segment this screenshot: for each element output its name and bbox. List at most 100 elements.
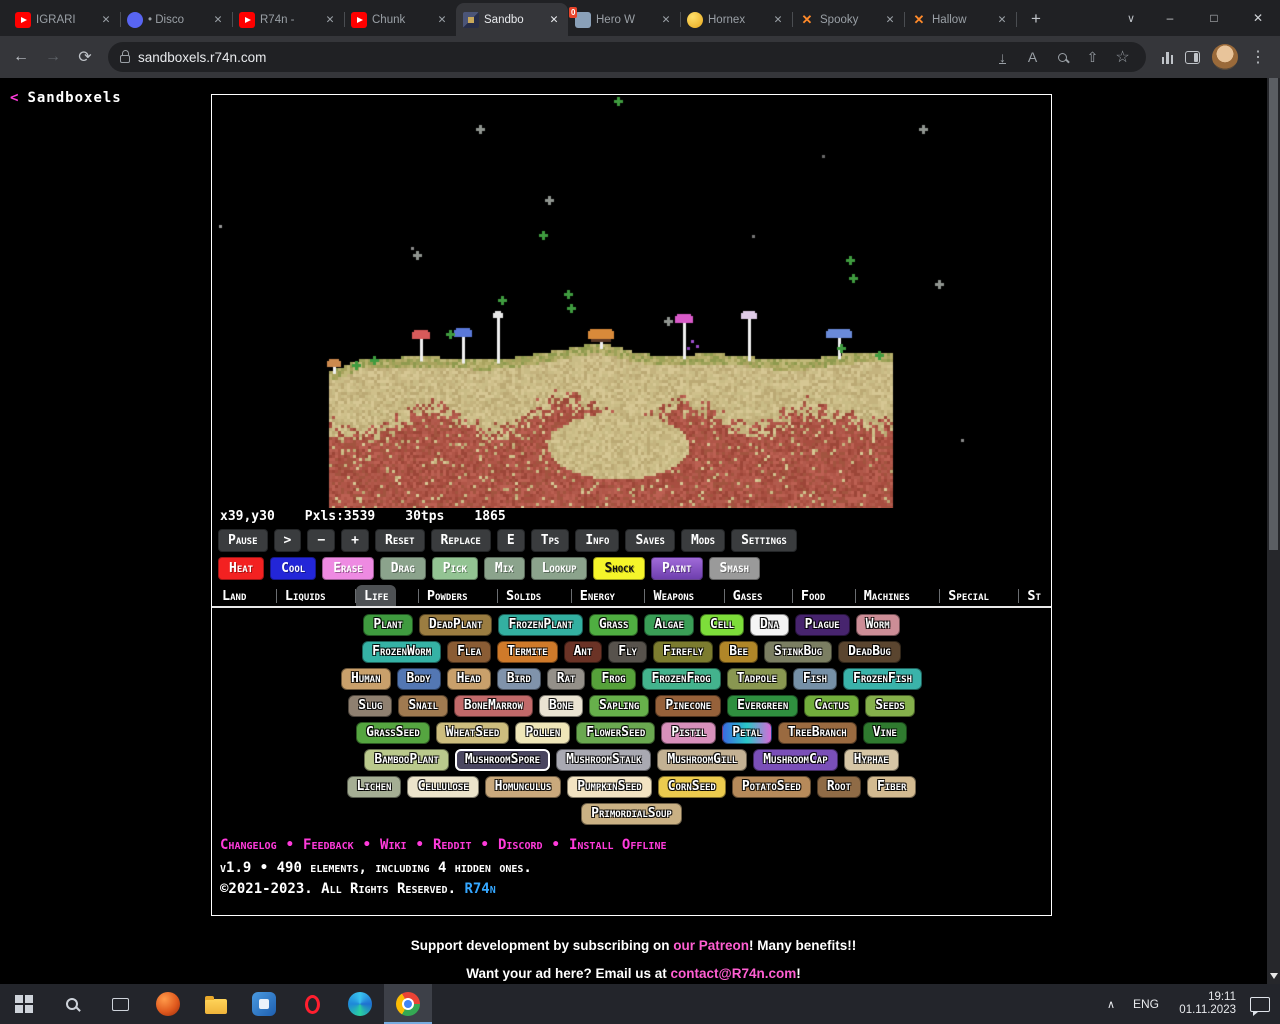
contact-email-link[interactable]: contact@R74n.com xyxy=(671,966,797,981)
address-bar[interactable]: sandboxels.r74n.com ↓ A ⇧ ☆ xyxy=(108,42,1146,72)
footer-link-discord[interactable]: Discord xyxy=(498,837,543,853)
taskbar-app-orange[interactable] xyxy=(144,984,192,1024)
element-plant-button[interactable]: Plant xyxy=(363,614,413,636)
browser-tab-spooky[interactable]: ✕ Spooky ✕ xyxy=(792,3,905,36)
element-pistil-button[interactable]: Pistil xyxy=(661,722,717,744)
element-primordialsoup-button[interactable]: PrimordialSoup xyxy=(581,803,682,825)
tab-close-icon[interactable]: ✕ xyxy=(435,13,449,27)
footer-link-install-offline[interactable]: Install Offline xyxy=(569,837,667,853)
control-saves-button[interactable]: Saves xyxy=(625,529,675,552)
element-tadpole-button[interactable]: Tadpole xyxy=(726,668,787,690)
element-firefly-button[interactable]: Firefly xyxy=(652,641,714,663)
element-evergreen-button[interactable]: Evergreen xyxy=(727,695,799,717)
control-replace-button[interactable]: Replace xyxy=(430,529,491,552)
element-deadbug-button[interactable]: DeadBug xyxy=(838,641,901,663)
element-mushroomgill-button[interactable]: MushroomGill xyxy=(657,749,748,771)
element-hyphae-button[interactable]: Hyphae xyxy=(843,749,899,771)
category-tab-solids[interactable]: Solids xyxy=(496,585,549,606)
element-potatoseed-button[interactable]: PotatoSeed xyxy=(731,776,811,798)
element-body-button[interactable]: Body xyxy=(396,668,441,690)
browser-tab-hallow[interactable]: ✕ Hallow ✕ xyxy=(904,3,1017,36)
tab-close-icon[interactable]: ✕ xyxy=(323,13,337,27)
r74n-brand-link[interactable]: R74n xyxy=(464,881,495,897)
element-slug-button[interactable]: Slug xyxy=(348,695,393,717)
element-pumpkinseed-button[interactable]: PumpkinSeed xyxy=(567,776,652,798)
element-algae-button[interactable]: Algae xyxy=(644,614,694,636)
category-tab-life[interactable]: Life xyxy=(354,585,397,606)
element-rat-button[interactable]: Rat xyxy=(546,668,586,690)
element-grassseed-button[interactable]: GrassSeed xyxy=(356,722,430,744)
tool-paint-button[interactable]: Paint xyxy=(651,557,703,580)
element-homunculus-button[interactable]: Homunculus xyxy=(484,776,562,798)
tool-smash-button[interactable]: Smash xyxy=(708,557,761,580)
category-tab-land[interactable]: Land xyxy=(214,585,254,606)
browser-tab-igrari[interactable]: IGRARI ✕ xyxy=(8,3,121,36)
browser-tab-hornex[interactable]: Hornex ✕ xyxy=(680,3,793,36)
task-view-button[interactable] xyxy=(96,984,144,1024)
element-root-button[interactable]: Root xyxy=(816,776,861,798)
footer-link-wiki[interactable]: Wiki xyxy=(380,837,407,853)
element-cornseed-button[interactable]: CornSeed xyxy=(657,776,726,798)
footer-link-reddit[interactable]: Reddit xyxy=(433,837,472,853)
control-step-button[interactable]: > xyxy=(273,529,302,552)
bookmark-star-icon[interactable]: ☆ xyxy=(1112,46,1134,68)
url-text[interactable]: sandboxels.r74n.com xyxy=(138,50,266,65)
element-bee-button[interactable]: Bee xyxy=(719,641,758,663)
category-tab-weapons[interactable]: Weapons xyxy=(644,585,702,606)
browser-tab-sandbo[interactable]: Sandbo ✕ xyxy=(456,3,568,36)
footer-link-changelog[interactable]: Changelog xyxy=(220,837,277,853)
element-human-button[interactable]: Human xyxy=(340,668,391,690)
element-cell-button[interactable]: Cell xyxy=(699,614,744,636)
element-pollen-button[interactable]: Pollen xyxy=(515,722,571,744)
category-tab-powders[interactable]: Powders xyxy=(417,585,476,606)
element-mushroomcap-button[interactable]: MushroomCap xyxy=(753,749,838,771)
window-maximize-button[interactable]: □ xyxy=(1192,0,1236,36)
tray-chevron-icon[interactable]: ∧ xyxy=(1100,998,1122,1011)
download-icon[interactable]: ↓ xyxy=(992,46,1014,68)
tool-shock-button[interactable]: Shock xyxy=(593,557,645,580)
category-tab-st[interactable]: St xyxy=(1018,585,1049,606)
tab-close-icon[interactable]: ✕ xyxy=(99,13,113,27)
element-fly-button[interactable]: Fly xyxy=(608,641,647,663)
tool-lookup-button[interactable]: Lookup xyxy=(530,557,588,580)
element-grass-button[interactable]: Grass xyxy=(588,614,639,636)
start-button[interactable] xyxy=(0,984,48,1024)
taskbar-edge[interactable] xyxy=(336,984,384,1024)
patreon-link[interactable]: our Patreon xyxy=(673,938,749,953)
element-mushroomspore-button[interactable]: MushroomSpore xyxy=(454,749,551,771)
window-close-button[interactable]: ✕ xyxy=(1236,0,1280,36)
category-tab-machines[interactable]: Machines xyxy=(854,585,918,606)
tool-pick-button[interactable]: Pick xyxy=(431,557,478,580)
element-dna-button[interactable]: Dna xyxy=(749,614,789,636)
tab-close-icon[interactable]: ✕ xyxy=(995,13,1009,27)
tab-search-chevron-icon[interactable]: ∨ xyxy=(1114,12,1148,25)
window-minimize-button[interactable]: – xyxy=(1148,0,1192,36)
element-cellulose-button[interactable]: Cellulose xyxy=(407,776,479,798)
element-bone-button[interactable]: Bone xyxy=(538,695,583,717)
scrollbar-thumb[interactable] xyxy=(1269,78,1278,550)
forward-icon[interactable]: → xyxy=(38,42,68,72)
element-treebranch-button[interactable]: TreeBranch xyxy=(777,722,857,744)
element-head-button[interactable]: Head xyxy=(446,668,491,690)
tool-drag-button[interactable]: Drag xyxy=(379,557,426,580)
element-frozenfrog-button[interactable]: FrozenFrog xyxy=(641,668,721,690)
element-deadplant-button[interactable]: DeadPlant xyxy=(418,614,493,636)
zoom-icon[interactable] xyxy=(1052,46,1074,68)
tab-close-icon[interactable]: ✕ xyxy=(883,13,897,27)
back-icon[interactable]: ← xyxy=(6,42,36,72)
tool-heat-button[interactable]: Heat xyxy=(218,557,265,580)
element-snail-button[interactable]: Snail xyxy=(398,695,448,717)
category-tab-energy[interactable]: Energy xyxy=(570,585,623,606)
element-vine-button[interactable]: Vine xyxy=(862,722,907,744)
tool-mix-button[interactable]: Mix xyxy=(483,557,525,580)
element-frozenplant-button[interactable]: FrozenPlant xyxy=(498,614,583,636)
profile-avatar[interactable] xyxy=(1212,44,1238,70)
element-sapling-button[interactable]: Sapling xyxy=(588,695,650,717)
category-tab-food[interactable]: Food xyxy=(791,585,833,606)
browser-tab-chunk[interactable]: Chunk ✕ xyxy=(344,3,457,36)
element-seeds-button[interactable]: Seeds xyxy=(865,695,915,717)
element-frozenworm-button[interactable]: FrozenWorm xyxy=(362,641,442,663)
element-plague-button[interactable]: Plague xyxy=(794,614,850,636)
element-bambooplant-button[interactable]: BambooPlant xyxy=(364,749,449,771)
element-cactus-button[interactable]: Cactus xyxy=(804,695,860,717)
